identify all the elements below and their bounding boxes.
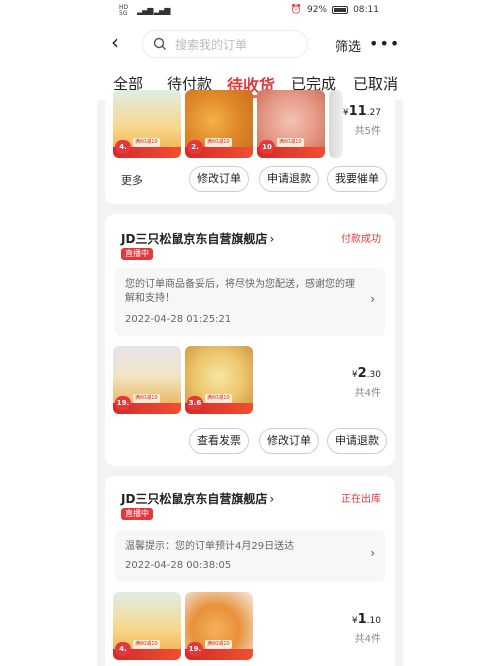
delivery-notice[interactable]: 您的订单商品备妥后，将尽快为您配送，感谢您的理解和支持！ 2022-04-28 … [115, 268, 385, 336]
item-count: 共4件 [354, 634, 381, 645]
promo-tag: 满60减10 [133, 394, 160, 403]
search-input[interactable]: 搜索我的订单 [142, 30, 308, 58]
battery-icon [332, 6, 349, 14]
order-price: ¥11.27 [342, 104, 381, 119]
price-badge: 4. [115, 140, 131, 154]
order-price: ¥2.30 [351, 366, 381, 381]
live-badge: 直播中 [121, 248, 153, 260]
price-badge: 2. [187, 140, 203, 154]
chevron-right-icon: › [269, 232, 275, 246]
product-thumbnail[interactable]: 满60减10 19. [113, 346, 181, 414]
search-icon [153, 37, 166, 50]
tab-cancelled[interactable]: 已取消 [353, 73, 398, 94]
price-badge: 3.6 [187, 396, 203, 410]
product-thumbnail[interactable]: 满60减10 10 [257, 90, 325, 158]
product-thumbnail[interactable]: 满60减10 19. [185, 592, 253, 660]
filter-button[interactable]: 筛选 [335, 36, 361, 55]
item-count: 共4件 [354, 388, 381, 399]
chevron-right-icon: › [370, 292, 375, 306]
clock: 08:11 [353, 5, 379, 15]
order-card[interactable]: 满60减10 4. 满60减10 2. 满60减10 10 ¥11.27 共5件… [105, 90, 395, 204]
promo-tag: 满60减10 [205, 394, 232, 403]
item-count: 共5件 [354, 126, 381, 137]
signal-icon: ▂▄▆ ▂▄▆ [137, 6, 170, 15]
order-price: ¥1.10 [351, 612, 381, 627]
view-invoice-button[interactable]: 查看发票 [189, 428, 249, 454]
promo-tag: 满60减10 [277, 138, 304, 147]
more-actions-link[interactable]: 更多 [121, 172, 143, 188]
product-thumbnail[interactable]: 满60减10 4. [113, 90, 181, 158]
network-indicator: HD 5G [119, 4, 129, 17]
battery-percent: 92% [307, 5, 328, 15]
notice-time: 2022-04-28 01:25:21 [125, 314, 232, 325]
chevron-right-icon: › [370, 546, 375, 560]
order-status: 付款成功 [341, 234, 381, 245]
price-badge: 10 [259, 140, 275, 154]
chevron-right-icon: › [269, 492, 275, 506]
refund-button[interactable]: 申请退款 [259, 166, 319, 192]
live-badge: 直播中 [121, 508, 153, 520]
notice-message: 您的订单商品备妥后，将尽快为您配送，感谢您的理解和支持！ [125, 279, 355, 304]
back-button[interactable]: ‹ [111, 32, 119, 52]
refund-button[interactable]: 申请退款 [327, 428, 387, 454]
price-badge: 19. [115, 396, 131, 410]
modify-order-button[interactable]: 修改订单 [189, 166, 249, 192]
price-badge: 4. [115, 642, 131, 656]
promo-tag: 满60减10 [133, 138, 160, 147]
notice-message: 温馨提示：您的订单预计4月29日送达 [125, 541, 295, 552]
urge-order-button[interactable]: 我要催单 [327, 166, 387, 192]
notice-time: 2022-04-28 00:38:05 [125, 560, 232, 571]
promo-tag: 满60减10 [133, 640, 160, 649]
product-thumbnail[interactable]: 满60减10 3.6 [185, 346, 253, 414]
delivery-notice[interactable]: 温馨提示：您的订单预计4月29日送达 2022-04-28 00:38:05 › [115, 530, 385, 582]
alarm-icon: ⏰ [290, 5, 303, 15]
promo-tag: 满60减10 [205, 640, 232, 649]
search-placeholder: 搜索我的订单 [175, 37, 248, 52]
order-card[interactable]: JD三只松鼠京东自营旗舰店 › 付款成功 直播中 您的订单商品备妥后，将尽快为您配… [105, 214, 395, 466]
phone-screen: HD 5G ▂▄▆ ▂▄▆ ⏰ 92% 08:11 ‹ 搜索我的订单 筛选 •••… [97, 0, 403, 666]
product-thumbnail[interactable]: 满60减10 2. [185, 90, 253, 158]
product-thumbnail[interactable] [329, 90, 343, 158]
price-badge: 19. [187, 642, 203, 656]
store-name[interactable]: JD三只松鼠京东自营旗舰店 › [121, 230, 274, 247]
status-bar: HD 5G ▂▄▆ ▂▄▆ ⏰ 92% 08:11 [97, 0, 403, 24]
product-thumbnail[interactable]: 满60减10 4. [113, 592, 181, 660]
header: ‹ 搜索我的订单 筛选 ••• [97, 24, 403, 64]
order-status: 正在出库 [341, 494, 381, 505]
more-menu-icon[interactable]: ••• [369, 34, 400, 53]
modify-order-button[interactable]: 修改订单 [259, 428, 319, 454]
promo-tag: 满60减10 [205, 138, 232, 147]
store-name[interactable]: JD三只松鼠京东自营旗舰店 › [121, 490, 274, 507]
order-card[interactable]: JD三只松鼠京东自营旗舰店 › 正在出库 直播中 温馨提示：您的订单预计4月29日… [105, 476, 395, 666]
